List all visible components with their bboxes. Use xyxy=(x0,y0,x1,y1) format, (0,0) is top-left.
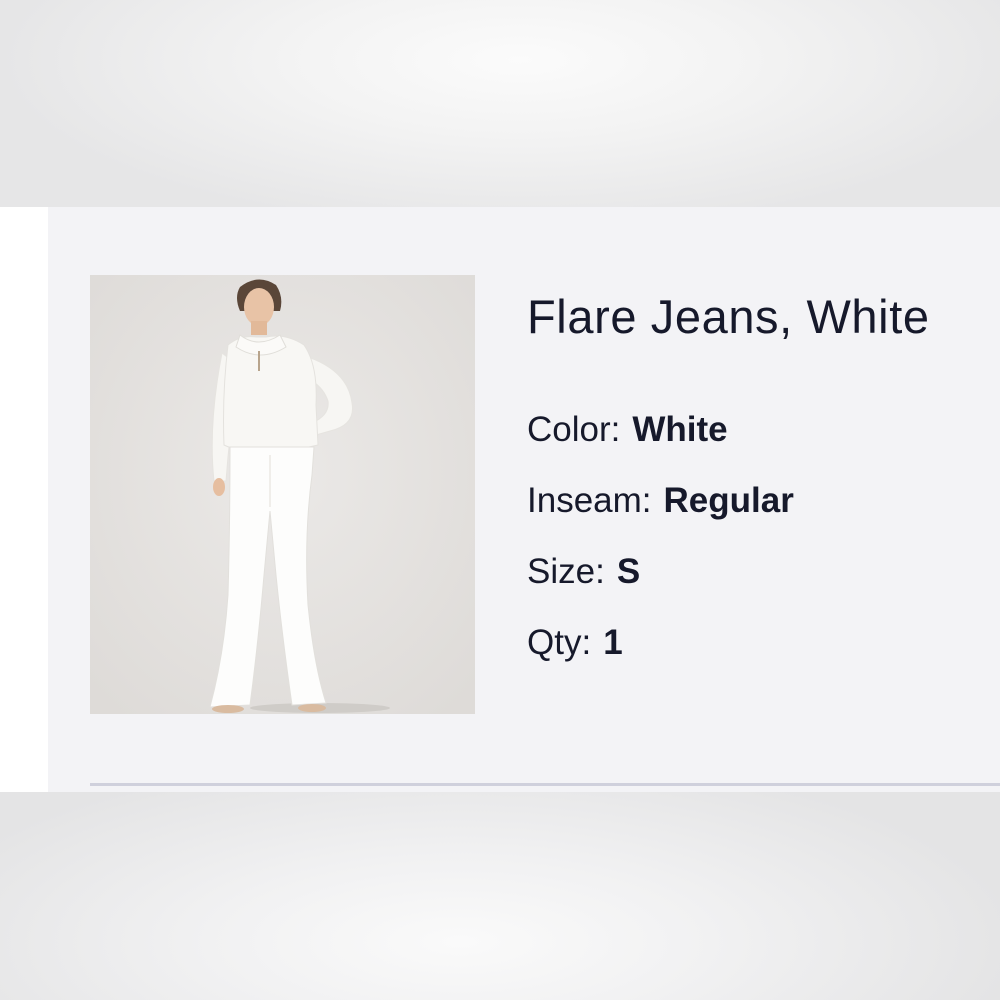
attribute-color-value: White xyxy=(632,410,728,449)
attribute-size: Size: S xyxy=(527,552,640,592)
attribute-size-label: Size: xyxy=(527,552,605,591)
attribute-color: Color: White xyxy=(527,410,728,450)
attribute-inseam: Inseam: Regular xyxy=(527,481,794,521)
blurred-background-top xyxy=(0,0,1000,207)
attribute-color-label: Color: xyxy=(527,410,621,449)
attribute-size-value: S xyxy=(616,552,641,591)
item-divider xyxy=(90,783,1000,786)
cart-item-card: Flare Jeans, White Color: White Inseam: Re… xyxy=(48,207,1000,792)
product-photo-illustration xyxy=(90,275,475,714)
blurred-background-bottom xyxy=(0,792,1000,1000)
product-image[interactable] xyxy=(90,275,475,714)
product-title[interactable]: Flare Jeans, White xyxy=(527,289,930,344)
attribute-inseam-value: Regular xyxy=(663,481,794,520)
attribute-qty-label: Qty: xyxy=(527,623,592,662)
attribute-inseam-label: Inseam: xyxy=(527,481,652,520)
attribute-qty: Qty: 1 xyxy=(527,623,623,663)
left-edge-strip xyxy=(0,207,48,792)
attribute-qty-value: 1 xyxy=(603,623,623,662)
